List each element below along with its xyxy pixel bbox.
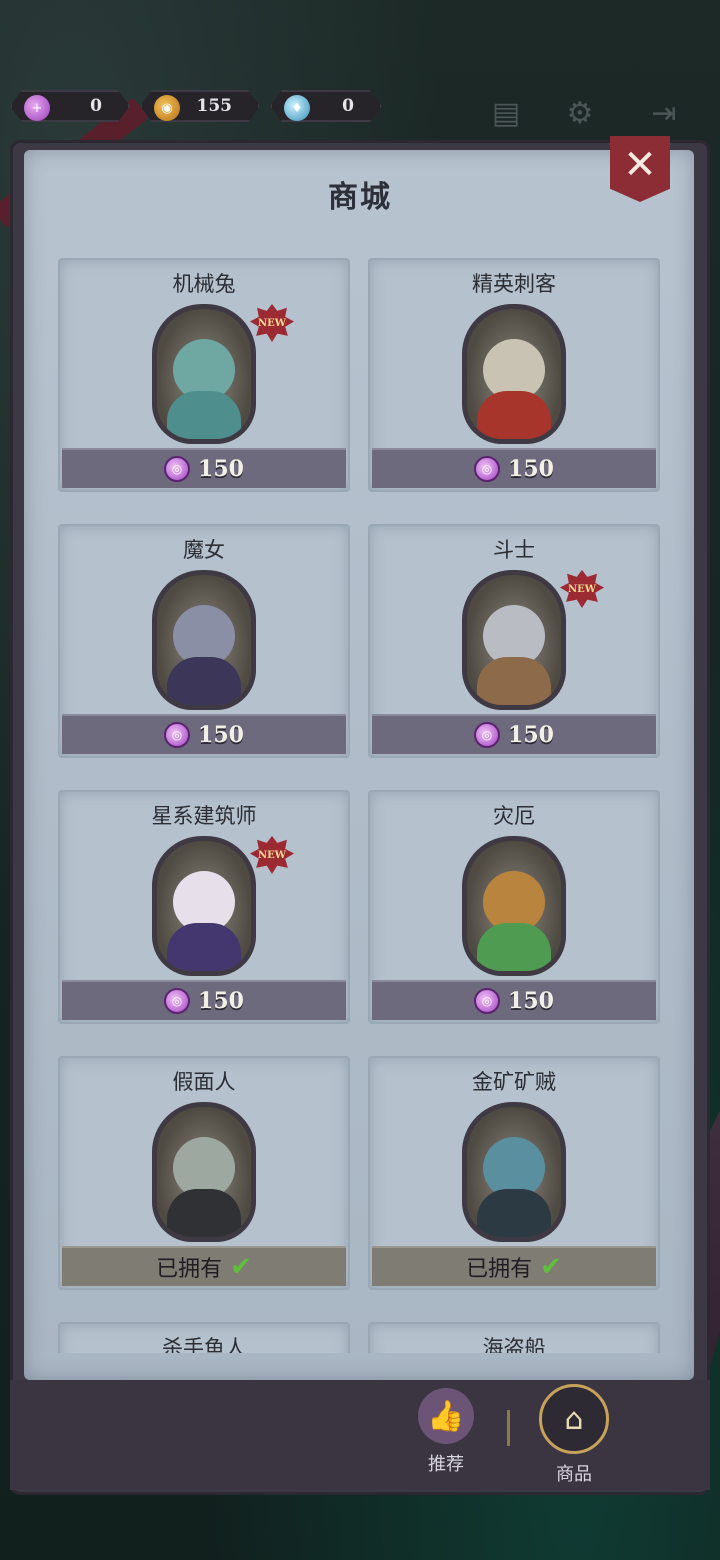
potion-icon: ♦ (284, 95, 310, 121)
candy-counter[interactable]: + 0 (10, 90, 130, 122)
owned-label: 已拥有 (156, 1257, 223, 1282)
character-portrait (152, 836, 256, 976)
character-portrait (152, 570, 256, 710)
character-portrait (462, 570, 566, 710)
gear-icon[interactable]: ⚙ (562, 96, 598, 132)
price-value: 150 (508, 988, 554, 1014)
potion-count: 0 (342, 96, 354, 116)
price-value: 150 (508, 722, 554, 748)
shop-card[interactable]: 海盗船 (368, 1322, 660, 1353)
character-portrait (152, 304, 256, 444)
candy-icon: ◎ (474, 988, 501, 1014)
character-name: 精英刺客 (472, 272, 556, 296)
character-name: 灾厄 (493, 804, 535, 828)
shop-card[interactable]: 斗士 NEW ◎ 150 (368, 524, 660, 758)
candy-add-icon: + (24, 95, 50, 121)
price-button[interactable]: ◎ 150 (62, 448, 346, 488)
price-button[interactable]: ◎ 150 (372, 980, 656, 1020)
character-name: 金矿矿贼 (472, 1070, 556, 1094)
price-button[interactable]: ◎ 150 (372, 714, 656, 754)
character-portrait (462, 304, 566, 444)
thumbs-up-icon: 👍 (418, 1388, 474, 1444)
pumpkin-count: 155 (196, 96, 232, 116)
character-portrait (462, 1102, 566, 1242)
new-badge: NEW (250, 304, 294, 342)
shop-icon: ⌂ (539, 1384, 609, 1454)
check-icon: ✔ (540, 1252, 562, 1282)
price-value: 150 (198, 722, 244, 748)
character-name: 星系建筑师 (151, 804, 257, 828)
resource-bar: + 0 ◉ 155 ♦ 0 (0, 90, 720, 124)
nav-shop-label: 商品 (556, 1464, 592, 1485)
shop-card[interactable]: 机械兔 NEW ◎ 150 (58, 258, 350, 492)
price-value: 150 (198, 988, 244, 1014)
character-name: 海盗船 (482, 1336, 546, 1353)
shop-card[interactable]: 精英刺客 ◎ 150 (368, 258, 660, 492)
check-icon: ✔ (230, 1252, 252, 1282)
shop-grid: 机械兔 NEW ◎ 150 精英刺客 ◎ 150 魔女 ◎ 150 斗士 NEW… (58, 258, 662, 1353)
nav-shop[interactable]: ⌂ 商品 (534, 1384, 614, 1485)
pumpkin-coin-icon: ◉ (154, 95, 180, 121)
owned-status: 已拥有 ✔ (372, 1246, 656, 1286)
candy-icon: ◎ (474, 722, 501, 748)
shop-card[interactable]: 假面人 已拥有 ✔ (58, 1056, 350, 1290)
character-name: 斗士 (493, 538, 535, 562)
new-badge: NEW (560, 570, 604, 608)
character-portrait (152, 1102, 256, 1242)
price-value: 150 (508, 456, 554, 482)
owned-label: 已拥有 (466, 1257, 533, 1282)
shop-card[interactable]: 杀手鱼人 (58, 1322, 350, 1353)
candy-icon: ◎ (164, 722, 191, 748)
nav-recommend-label: 推荐 (428, 1454, 464, 1475)
price-button[interactable]: ◎ 150 (372, 448, 656, 488)
new-badge: NEW (250, 836, 294, 874)
pumpkin-counter: ◉ 155 (140, 90, 260, 122)
shop-card[interactable]: 魔女 ◎ 150 (58, 524, 350, 758)
character-portrait (462, 836, 566, 976)
exit-icon[interactable]: ⇥ (646, 96, 682, 132)
character-name: 杀手鱼人 (162, 1336, 246, 1353)
candy-count: 0 (90, 96, 102, 116)
close-icon: ✕ (623, 142, 657, 188)
potion-counter: ♦ 0 (270, 90, 382, 122)
shop-card[interactable]: 灾厄 ◎ 150 (368, 790, 660, 1024)
price-value: 150 (198, 456, 244, 482)
close-button[interactable]: ✕ (610, 136, 670, 202)
character-name: 魔女 (183, 538, 225, 562)
nav-divider (507, 1410, 510, 1446)
character-name: 假面人 (172, 1070, 236, 1094)
shop-card[interactable]: 金矿矿贼 已拥有 ✔ (368, 1056, 660, 1290)
candy-icon: ◎ (164, 456, 191, 482)
notes-icon[interactable]: ▤ (488, 96, 524, 132)
price-button[interactable]: ◎ 150 (62, 714, 346, 754)
price-button[interactable]: ◎ 150 (62, 980, 346, 1020)
shop-card[interactable]: 星系建筑师 NEW ◎ 150 (58, 790, 350, 1024)
candy-icon: ◎ (164, 988, 191, 1014)
owned-status: 已拥有 ✔ (62, 1246, 346, 1286)
character-name: 机械兔 (172, 272, 236, 296)
nav-recommend[interactable]: 👍 推荐 (406, 1388, 486, 1478)
candy-icon: ◎ (474, 456, 501, 482)
